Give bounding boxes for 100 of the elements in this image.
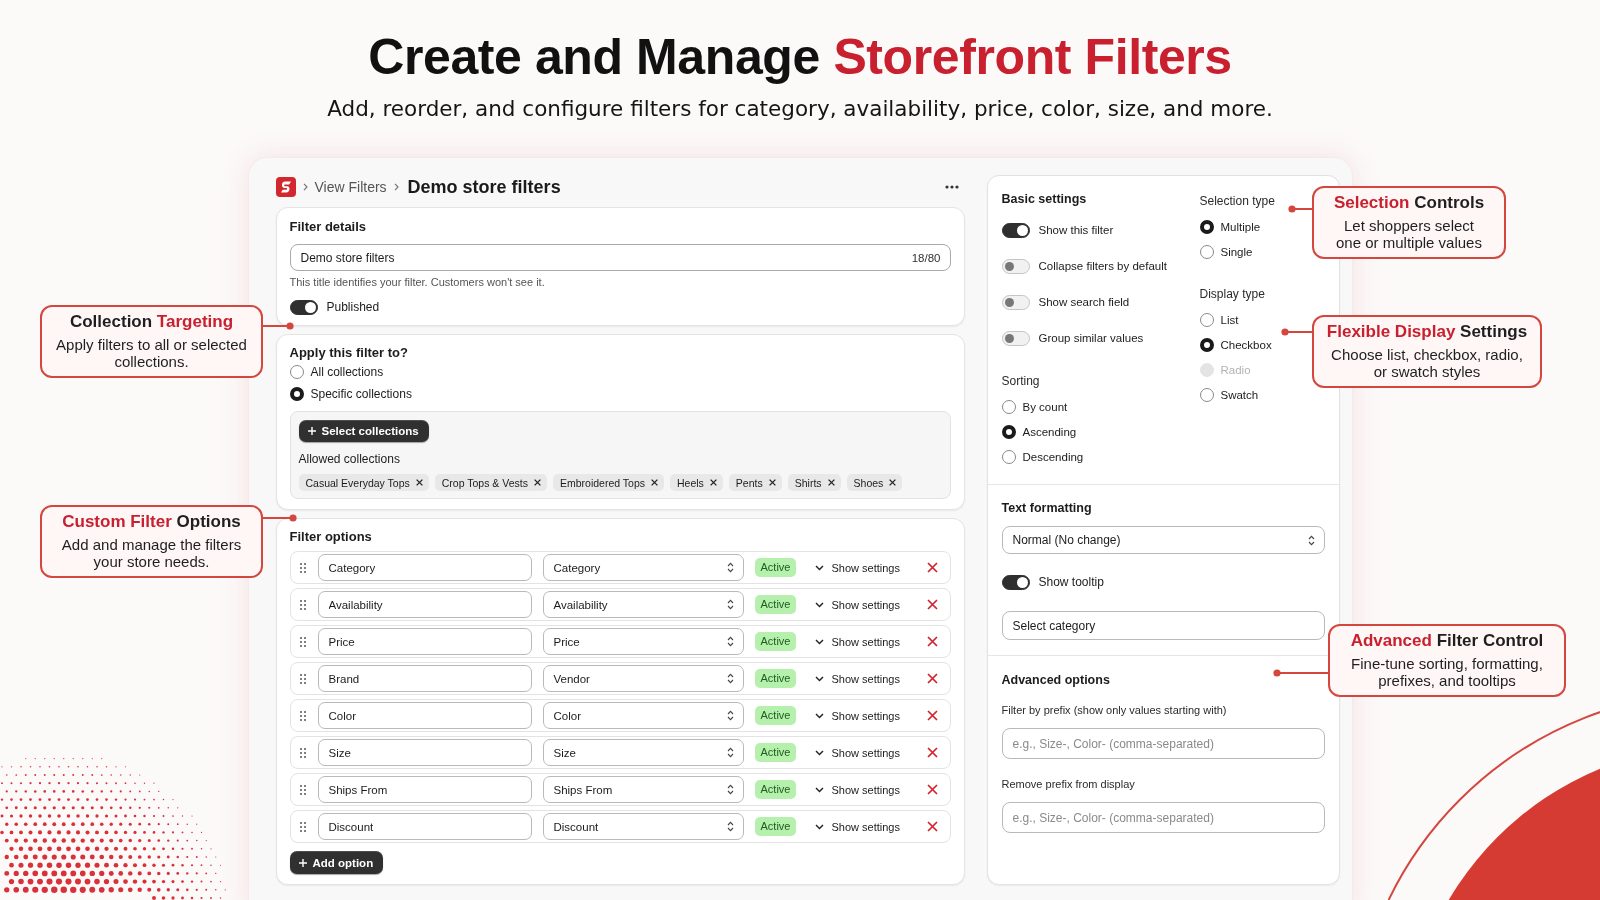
chevron-down-icon [815,712,825,719]
chevron-up-down-icon [726,747,734,758]
collection-tag[interactable]: Crop Tops & Vests [434,474,547,491]
radio-label: All collections [310,365,384,379]
drag-handle-icon[interactable] [299,599,306,610]
radio-label: Single [1220,245,1253,258]
chevron-down-icon [815,638,825,645]
radio-button[interactable] [1199,219,1214,234]
toggle-label: Show search field [1038,296,1130,308]
filter-name-input[interactable]: Category [317,554,532,581]
show-settings-button[interactable]: Show settings [815,561,900,574]
toggle-switch[interactable] [1001,574,1030,590]
radio-button[interactable] [289,365,304,379]
collection-tag[interactable]: Casual Everyday Tops [298,474,429,491]
category-input[interactable]: Select category [1001,611,1325,640]
breadcrumb-link[interactable]: View Filters [314,179,387,195]
filter-name-input[interactable]: Size [317,739,532,766]
collection-tag[interactable]: Pents [728,474,782,491]
prefix-input[interactable]: e.g., Size-, Color- (comma-separated) [1001,728,1325,759]
select-collections-button[interactable]: Select collections [298,420,429,442]
close-icon[interactable] [415,479,423,486]
source-select[interactable]: Price [542,628,744,655]
callout-text: Choose list, checkbox, radio, or swatch styles [1330,346,1524,380]
callout-text: Let shoppers select one or multiple values [1335,217,1483,251]
radio-label: Radio [1220,363,1251,376]
more-icon[interactable] [944,185,959,189]
collection-tag[interactable]: Embroidered Tops [552,474,664,491]
radio-button[interactable] [1199,312,1214,327]
drag-handle-icon[interactable] [299,562,306,573]
close-icon[interactable] [889,479,897,486]
chevron-down-icon [815,749,825,756]
section-title: Apply this filter to? [289,345,408,361]
source-select[interactable]: Vendor [542,665,744,692]
source-select[interactable]: Category [542,554,744,581]
close-icon[interactable] [533,479,541,486]
plus-icon [298,858,307,867]
radio-button[interactable] [1001,449,1016,464]
chevron-right-icon [393,183,399,191]
character-counter: 18/80 [911,251,941,264]
text-format-select[interactable]: Normal (No change) [1001,526,1325,554]
source-select[interactable]: Discount [542,813,744,840]
source-select[interactable]: Ships From [542,776,744,803]
collection-tag[interactable]: Heels [670,474,723,491]
section-title: Basic settings [1001,191,1087,207]
radio-button[interactable] [1001,399,1016,414]
add-option-button[interactable]: Add option [289,851,384,874]
callout-text: Apply filters to all or selected collections. [55,336,248,370]
status-badge: Active [754,743,797,762]
plus-icon [307,427,316,435]
toggle-switch[interactable] [289,299,318,315]
drag-handle-icon[interactable] [299,747,306,758]
show-settings-button[interactable]: Show settings [815,783,900,796]
source-select[interactable]: Color [542,702,744,729]
subtitle: Add, reorder, and configure filters for category, availability, price, color, size, and more. [326,96,1274,122]
radio-label: By count [1022,400,1068,413]
drag-handle-icon[interactable] [299,821,306,832]
radio-label: Multiple [1220,220,1261,233]
status-badge: Active [754,706,797,725]
source-select[interactable]: Availability [542,591,744,618]
callout-text: Fine-tune sorting, formatting, prefixes, and tooltips [1350,655,1544,689]
callout-title: Flexible Display Settings [1325,321,1529,343]
drag-handle-icon[interactable] [299,673,306,684]
radio-label: Specific collections [310,387,412,401]
drag-handle-icon[interactable] [299,710,306,721]
show-settings-button[interactable]: Show settings [815,820,900,833]
show-settings-button[interactable]: Show settings [815,709,900,722]
close-icon[interactable] [827,479,835,486]
prefix-input[interactable]: e.g., Size-, Color- (comma-separated) [1001,802,1325,833]
source-select[interactable]: Size [542,739,744,766]
filter-name-input[interactable]: Color [317,702,532,729]
filter-name-input[interactable]: Availability [317,591,532,618]
show-settings-button[interactable]: Show settings [815,635,900,648]
filter-name-input[interactable]: Brand [317,665,532,692]
close-icon[interactable] [709,479,717,486]
radio-label: Descending [1022,450,1084,463]
show-settings-button[interactable]: Show settings [815,672,900,685]
drag-handle-icon[interactable] [299,636,306,647]
radio-button[interactable] [1001,424,1016,439]
close-icon[interactable] [651,479,658,486]
close-icon[interactable] [768,479,776,486]
collection-tag[interactable]: Shirts [787,474,841,491]
app-logo-icon[interactable] [275,177,296,197]
title-field[interactable]: Demo store filters 18/80 [289,244,951,271]
radio-button[interactable] [1199,244,1214,259]
radio-button[interactable] [289,387,304,401]
filter-name-input[interactable]: Ships From [317,776,532,803]
filter-name-input[interactable]: Discount [317,813,532,840]
collection-tag[interactable]: Shoes [846,474,903,491]
radio-button[interactable] [1199,387,1214,402]
status-badge: Active [754,595,797,614]
toggle-switch[interactable] [1001,222,1030,238]
filter-name-input[interactable]: Price [317,628,532,655]
show-settings-button[interactable]: Show settings [815,598,900,611]
show-settings-button[interactable]: Show settings [815,746,900,759]
chevron-down-icon [815,601,825,608]
radio-button[interactable] [1199,337,1214,352]
chevron-down-icon [815,564,825,571]
section-title: Advanced options [1001,672,1110,688]
drag-handle-icon[interactable] [299,784,306,795]
radio-label: Checkbox [1220,338,1272,351]
